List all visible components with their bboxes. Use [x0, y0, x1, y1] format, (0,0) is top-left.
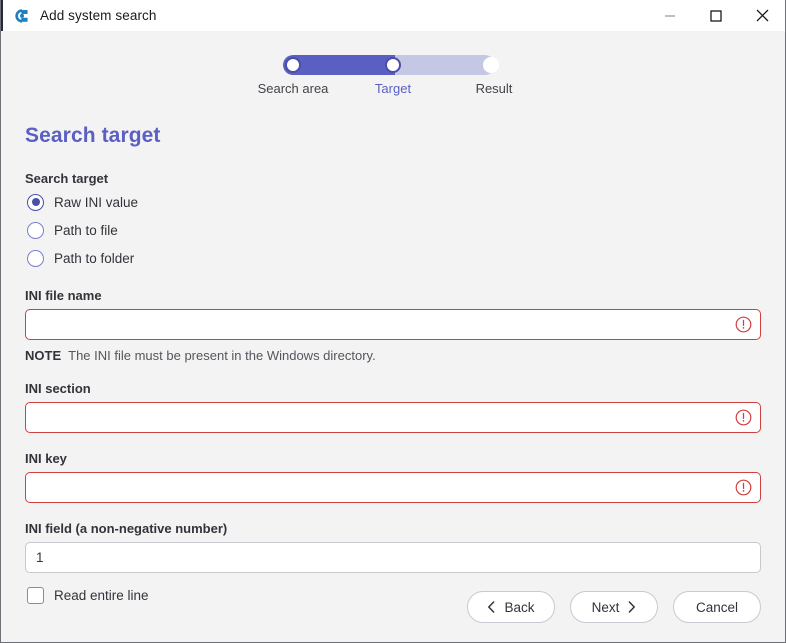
chevron-right-icon [629, 601, 636, 613]
search-target-group-label: Search target [25, 171, 109, 186]
ini-file-name-field-wrap [25, 309, 761, 340]
dialog-content: Search target Search target Raw INI valu… [1, 112, 785, 642]
stepper-dot-search-area[interactable] [285, 57, 301, 73]
window-title: Add system search [40, 8, 157, 23]
ini-key-field-wrap [25, 472, 761, 503]
ini-section-input[interactable] [25, 402, 761, 433]
maximize-button[interactable] [693, 0, 739, 31]
page-title: Search target [25, 124, 161, 147]
dialog-footer: Back Next Cancel [467, 591, 761, 623]
next-button-label: Next [591, 599, 620, 615]
stepper-dot-result[interactable] [483, 57, 499, 73]
radio-label: Path to file [54, 222, 118, 238]
ini-key-label: INI key [25, 451, 67, 466]
dialog-window: Add system search Search area Target Res… [0, 0, 786, 643]
chevron-left-icon [488, 601, 495, 613]
ini-field-field-wrap [25, 542, 761, 573]
next-button[interactable]: Next [570, 591, 658, 623]
radio-mark-icon [27, 193, 44, 211]
cancel-button-label: Cancel [695, 599, 739, 615]
ini-file-name-label: INI file name [25, 288, 102, 303]
minimize-button[interactable] [647, 0, 693, 31]
ini-file-name-note: NOTE The INI file must be present in the… [25, 348, 761, 363]
radio-mark-icon [27, 221, 44, 239]
radio-label: Path to folder [54, 250, 135, 266]
radio-raw-ini-value[interactable]: Raw INI value [25, 190, 761, 214]
ini-file-name-input[interactable] [25, 309, 761, 340]
back-button-label: Back [504, 599, 535, 615]
ini-key-input[interactable] [25, 472, 761, 503]
caption-button-group [647, 0, 785, 31]
ini-section-label: INI section [25, 381, 91, 396]
maximize-icon [710, 9, 722, 22]
stepper-label-result: Result [475, 81, 513, 96]
minimize-icon [665, 14, 675, 17]
radio-label: Raw INI value [54, 194, 139, 210]
note-text: The INI file must be present in the Wind… [68, 348, 376, 363]
ini-field-input[interactable] [25, 542, 761, 573]
checkbox-mark-icon [27, 586, 44, 604]
checkbox-label: Read entire line [54, 587, 149, 603]
wizard-stepper: Search area Target Result [1, 52, 785, 112]
radio-path-to-folder[interactable]: Path to folder [25, 246, 761, 270]
ini-field-label: INI field (a non-negative number) [25, 521, 228, 536]
close-icon [756, 9, 768, 22]
stepper-dot-target[interactable] [385, 57, 401, 73]
radio-path-to-file[interactable]: Path to file [25, 218, 761, 242]
title-bar: Add system search [1, 0, 785, 31]
ini-section-field-wrap [25, 402, 761, 433]
app-logo-icon [15, 8, 28, 23]
close-button[interactable] [739, 0, 785, 31]
radio-mark-icon [27, 249, 44, 267]
back-button[interactable]: Back [467, 591, 555, 623]
note-label: NOTE [25, 348, 62, 363]
cancel-button[interactable]: Cancel [673, 591, 761, 623]
